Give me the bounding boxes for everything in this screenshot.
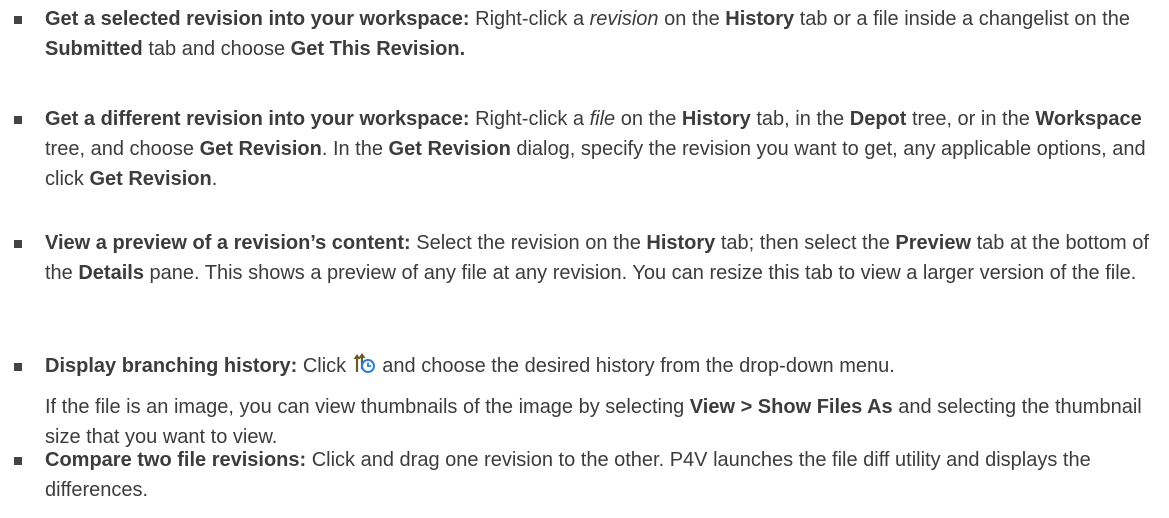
item-term: View a preview of a revision’s content: <box>45 232 411 254</box>
ui-term: Submitted <box>45 38 143 60</box>
bullet-icon <box>14 363 22 371</box>
list-item-compare-revisions: Compare two file revisions: Click and dr… <box>0 445 1169 505</box>
item-term: Display branching history: <box>45 355 298 377</box>
item-text: Compare two file revisions: Click and dr… <box>45 445 1161 505</box>
list-item-branching-history: Display branching history: Click and cho… <box>0 351 1169 452</box>
ui-term: Get Revision <box>89 168 212 190</box>
item-term: Compare two file revisions: <box>45 449 307 471</box>
ui-term: Depot <box>849 108 907 130</box>
text-run: Click <box>297 355 352 377</box>
text-run: . <box>211 168 218 190</box>
list-item-view-preview: View a preview of a revision’s content: … <box>0 228 1169 288</box>
ui-term: View > Show Files As <box>689 396 893 418</box>
help-content: Get a selected revision into your worksp… <box>0 0 1169 518</box>
text-run: on the <box>615 108 682 130</box>
text-run: tab and choose <box>142 38 291 60</box>
ui-term: Preview <box>895 232 972 254</box>
item-term: Get a selected revision into your worksp… <box>45 8 470 30</box>
text-run: and choose the desired history from the … <box>376 355 895 377</box>
ui-term: History <box>646 232 716 254</box>
list-item-get-selected-revision: Get a selected revision into your worksp… <box>0 4 1169 64</box>
ui-term: Details <box>78 262 144 284</box>
item-term: Get a different revision into your works… <box>45 108 470 130</box>
ui-term: Workspace <box>1035 108 1142 130</box>
bullet-icon <box>14 16 22 24</box>
text-run: tab, in the <box>750 108 850 130</box>
text-run: tree, and choose <box>45 138 200 160</box>
bullet-icon <box>14 116 22 124</box>
emphasis: revision <box>589 8 659 30</box>
text-run: . In the <box>321 138 389 160</box>
item-text: Get a different revision into your works… <box>45 104 1161 194</box>
ui-term: Get Revision <box>199 138 322 160</box>
text-run: tab; then select the <box>715 232 896 254</box>
bullet-icon <box>14 457 22 465</box>
item-text: View a preview of a revision’s content: … <box>45 228 1161 288</box>
branching-history-icon[interactable] <box>353 352 375 374</box>
ui-term: History <box>681 108 751 130</box>
text-run: tab or a file inside a changelist on the <box>794 8 1130 30</box>
text-run: on the <box>658 8 726 30</box>
list-item-get-different-revision: Get a different revision into your works… <box>0 104 1169 194</box>
bullet-icon <box>14 240 22 248</box>
text-run: pane. This shows a preview of any file a… <box>143 262 1137 284</box>
text-run: If the file is an image, you can view th… <box>45 396 690 418</box>
item-note: If the file is an image, you can view th… <box>45 392 1161 452</box>
item-text: Display branching history: Click and cho… <box>45 351 1161 381</box>
text-run: Right-click a <box>469 8 590 30</box>
text-run: Right-click a <box>469 108 590 130</box>
text-run: Select the revision on the <box>410 232 647 254</box>
ui-term: History <box>725 8 795 30</box>
ui-term: Get Revision <box>388 138 511 160</box>
emphasis: file <box>589 108 616 130</box>
item-text: Get a selected revision into your worksp… <box>45 4 1161 64</box>
ui-term: Get This Revision. <box>290 38 466 60</box>
text-run: tree, or in the <box>906 108 1036 130</box>
